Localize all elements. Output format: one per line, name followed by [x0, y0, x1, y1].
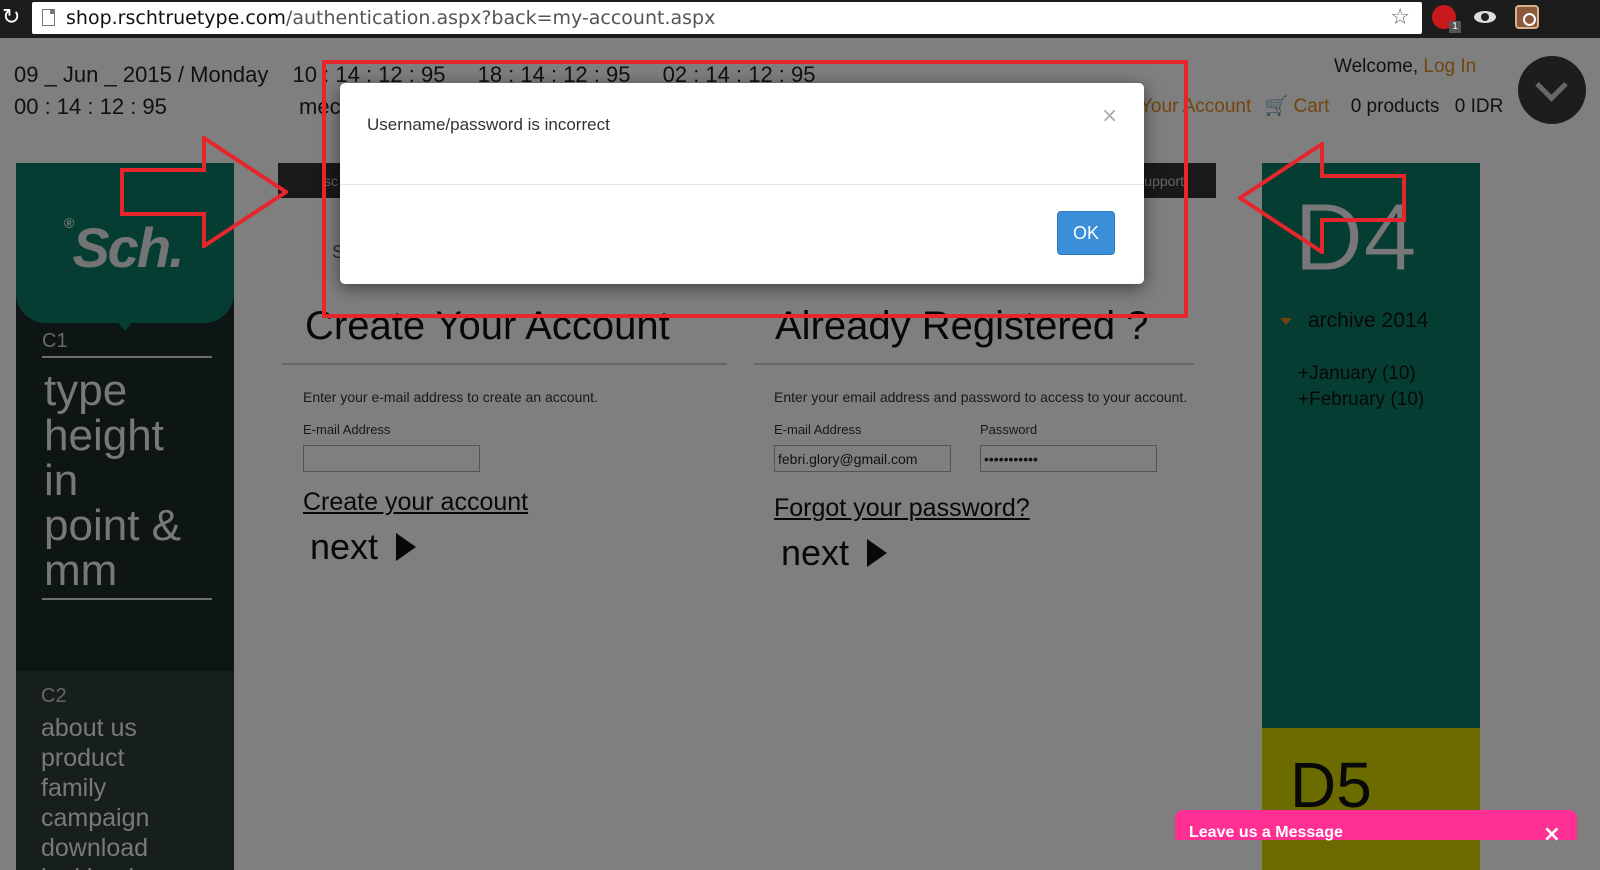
star-icon[interactable]: ☆: [1390, 5, 1410, 30]
url-path: /authentication.aspx?back=my-account.asp…: [285, 7, 716, 29]
close-icon[interactable]: ×: [1543, 822, 1561, 847]
reload-icon[interactable]: ↻: [2, 5, 24, 31]
eye-extension-icon[interactable]: [1473, 5, 1497, 29]
browser-toolbar: ↻ shop.rschtruetype.com/authentication.a…: [0, 0, 1600, 38]
chat-label: Leave us a Message: [1189, 824, 1343, 841]
left-arrow-icon: [1238, 142, 1406, 254]
address-bar[interactable]: shop.rschtruetype.com/authentication.asp…: [32, 2, 1422, 34]
stop-extension-icon[interactable]: [1432, 5, 1461, 33]
page-icon: [42, 9, 55, 26]
right-arrow-icon: [120, 136, 288, 248]
url-host: shop.rschtruetype.com: [66, 7, 286, 29]
chat-widget-tab[interactable]: Leave us a Message ×: [1175, 810, 1577, 847]
highlight-box: [322, 60, 1188, 318]
url-text[interactable]: shop.rschtruetype.com/authentication.asp…: [66, 6, 715, 30]
instagram-extension-icon[interactable]: [1515, 5, 1539, 29]
